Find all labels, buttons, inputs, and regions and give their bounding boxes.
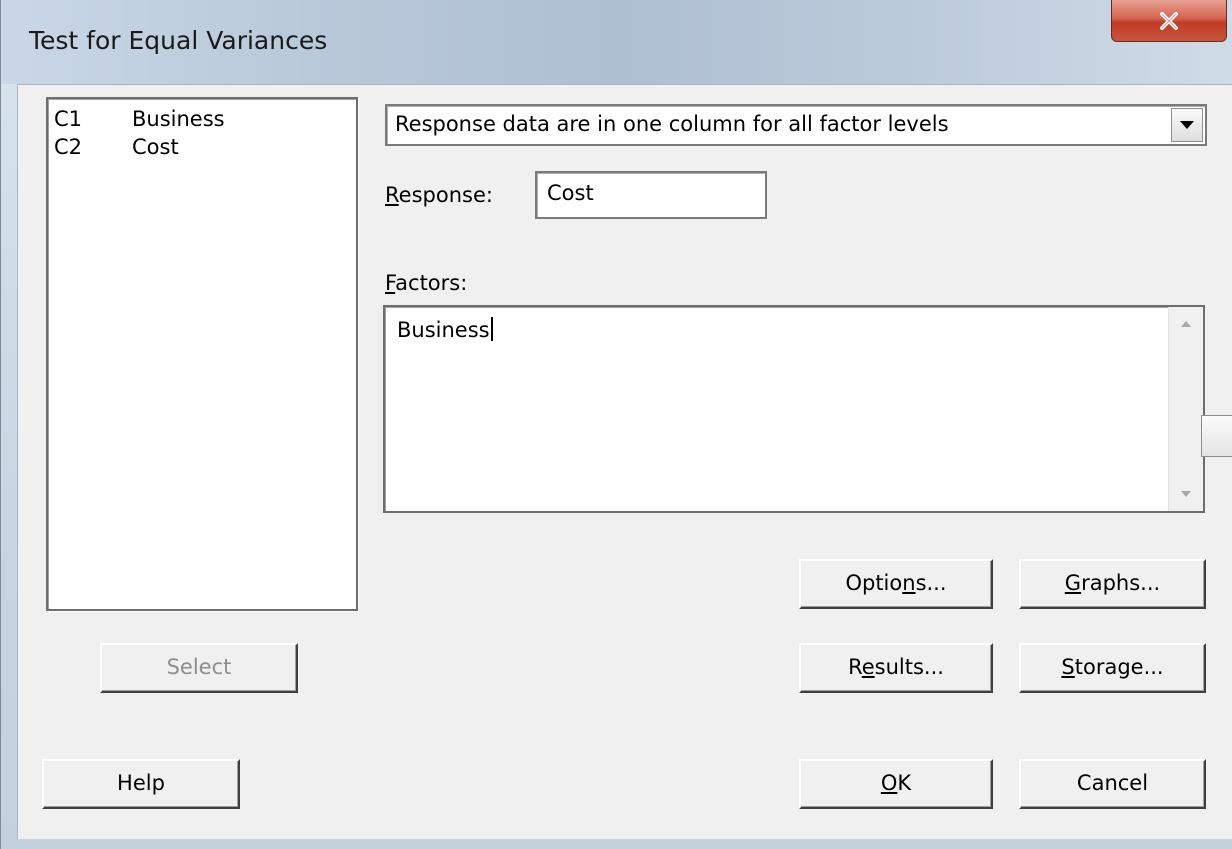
chevron-down-icon: [1180, 121, 1194, 129]
graphs-button[interactable]: Graphs...: [1019, 559, 1206, 609]
select-button[interactable]: Select: [100, 643, 298, 693]
factors-text: Business: [397, 317, 493, 342]
response-field[interactable]: Cost: [535, 171, 767, 219]
options-button[interactable]: Options...: [799, 559, 993, 609]
data-arrangement-dropdown[interactable]: Response data are in one column for all …: [385, 104, 1207, 146]
factors-label: Factors:: [385, 271, 468, 295]
scroll-up-button[interactable]: [1169, 307, 1203, 341]
text-caret: [490, 317, 493, 341]
dialog-body: C1 Business C2 Cost Response data are in…: [17, 84, 1232, 839]
help-button[interactable]: Help: [42, 759, 240, 809]
close-button[interactable]: [1111, 0, 1227, 42]
results-button[interactable]: Results...: [799, 643, 993, 693]
dropdown-arrow-button[interactable]: [1171, 108, 1203, 142]
scroll-down-button[interactable]: [1169, 477, 1203, 511]
storage-button[interactable]: Storage...: [1019, 643, 1206, 693]
factors-field[interactable]: Business: [383, 305, 1205, 513]
column-id: C1: [54, 107, 83, 131]
column-name: Cost: [132, 135, 179, 159]
column-id: C2: [54, 135, 83, 159]
title-bar[interactable]: Test for Equal Variances: [1, 0, 1232, 84]
response-label: Response:: [385, 183, 493, 207]
dropdown-value: Response data are in one column for all …: [395, 112, 949, 136]
column-name: Business: [132, 107, 225, 131]
list-item[interactable]: C1 Business: [54, 105, 344, 133]
window-title: Test for Equal Variances: [29, 26, 328, 55]
scroll-up-icon: [1181, 321, 1191, 327]
variable-list[interactable]: C1 Business C2 Cost: [46, 97, 358, 611]
vertical-scrollbar[interactable]: [1168, 307, 1203, 511]
close-icon: [1160, 11, 1178, 30]
scroll-down-icon: [1181, 491, 1191, 497]
panel-handle[interactable]: [1201, 415, 1232, 457]
ok-button[interactable]: OK: [799, 759, 993, 809]
cancel-button[interactable]: Cancel: [1019, 759, 1206, 809]
list-item[interactable]: C2 Cost: [54, 133, 344, 161]
dialog-window: Test for Equal Variances C1 Business C2 …: [0, 0, 1232, 849]
